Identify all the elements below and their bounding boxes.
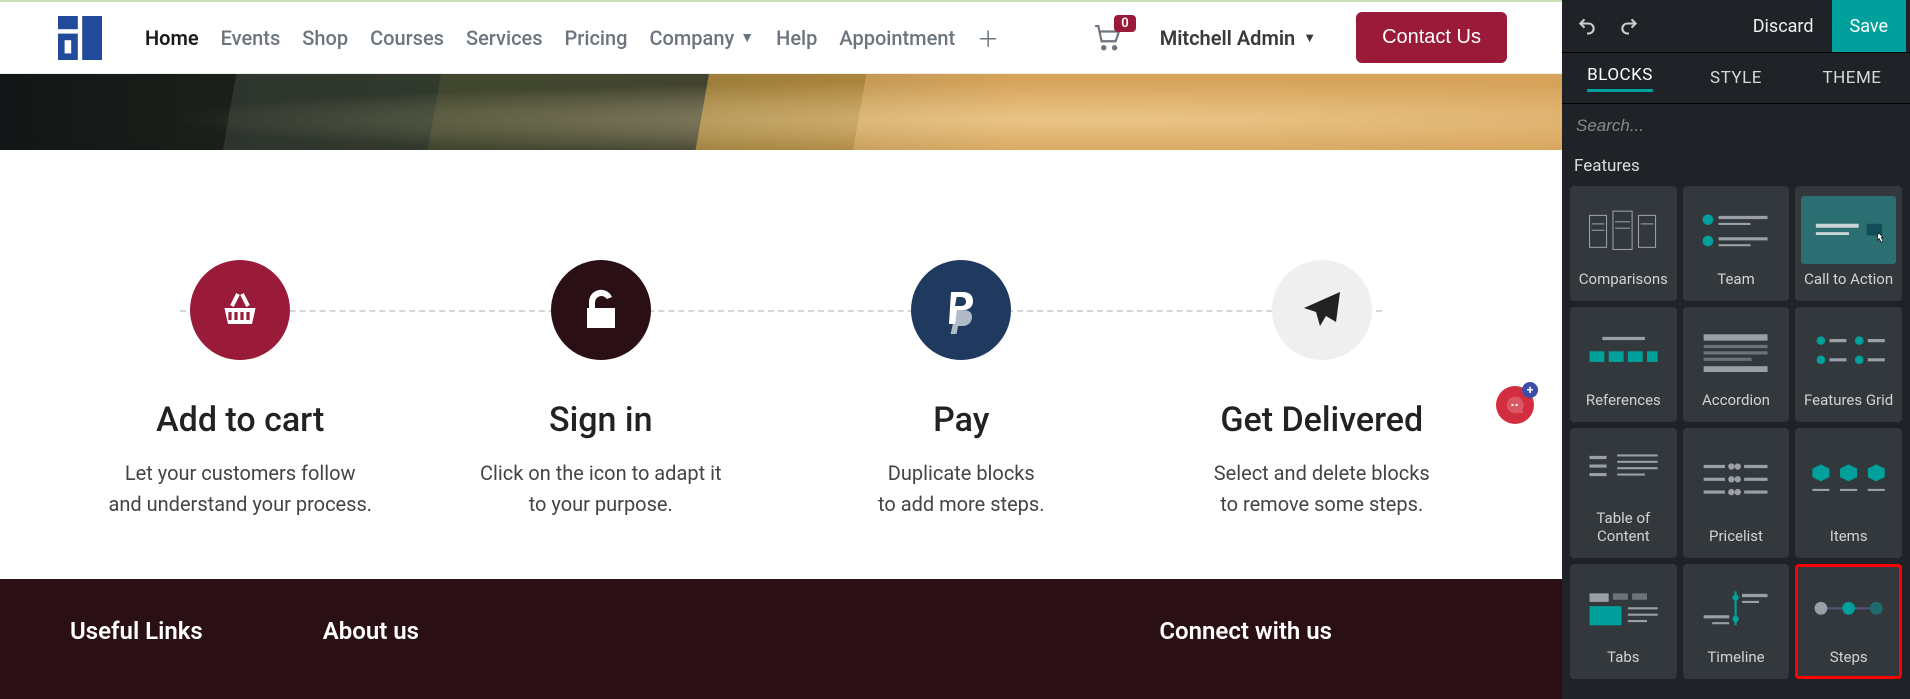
basket-icon[interactable] [190, 260, 290, 360]
add-page-icon[interactable]: ＋ [977, 22, 999, 54]
step-title: Sign in [421, 400, 782, 440]
paypal-icon[interactable] [911, 260, 1011, 360]
nav-events[interactable]: Events [221, 26, 281, 50]
block-label: Features Grid [1804, 391, 1893, 410]
chevron-down-icon: ▼ [740, 29, 754, 46]
nav-company-label: Company [649, 26, 734, 50]
block-features-grid[interactable]: Features Grid [1795, 307, 1902, 422]
block-label: Table of Content [1576, 509, 1671, 547]
block-label: Pricelist [1709, 527, 1763, 546]
block-call-to-action[interactable]: Call to Action [1795, 186, 1902, 301]
site-logo[interactable] [55, 13, 105, 63]
step-desc: Duplicate blocks to add more steps. [781, 458, 1142, 520]
tab-blocks[interactable]: BLOCKS [1562, 53, 1678, 103]
chevron-down-icon: ▼ [1303, 30, 1316, 46]
top-nav: Home Events Shop Courses Services Pricin… [0, 2, 1562, 74]
tab-theme[interactable]: THEME [1794, 53, 1910, 103]
footer[interactable]: Useful Links About us Connect with us [0, 579, 1562, 699]
step-title: Get Delivered [1142, 400, 1503, 440]
block-label: Call to Action [1804, 270, 1893, 289]
footer-col-1: Useful Links [70, 617, 203, 645]
block-references[interactable]: References [1570, 307, 1677, 422]
nav-home[interactable]: Home [145, 26, 199, 50]
block-table-of-content[interactable]: Table of Content [1570, 428, 1677, 558]
discard-button[interactable]: Discard [1735, 0, 1832, 52]
plane-icon[interactable] [1272, 260, 1372, 360]
step-2[interactable]: Sign in Click on the icon to adapt it to… [421, 260, 782, 520]
nav-appointment[interactable]: Appointment [839, 26, 955, 50]
block-label: Items [1830, 527, 1868, 546]
block-label: Accordion [1702, 391, 1770, 410]
step-3[interactable]: Pay Duplicate blocks to add more steps. [781, 260, 1142, 520]
block-label: Timeline [1707, 648, 1764, 667]
cart-badge: 0 [1114, 15, 1135, 32]
footer-col-2: About us [323, 617, 419, 645]
save-button[interactable]: Save [1832, 0, 1907, 52]
nav-services[interactable]: Services [466, 26, 543, 50]
block-team[interactable]: Team [1683, 186, 1790, 301]
block-accordion[interactable]: Accordion [1683, 307, 1790, 422]
block-tabs[interactable]: Tabs [1570, 564, 1677, 679]
block-label: References [1586, 391, 1661, 410]
undo-button[interactable] [1566, 0, 1608, 52]
tab-label: THEME [1823, 68, 1882, 88]
block-comparisons[interactable]: Comparisons [1570, 186, 1677, 301]
block-grid: Comparisons Team Call to Action Referenc… [1570, 186, 1902, 679]
block-pricelist[interactable]: Pricelist [1683, 428, 1790, 558]
block-timeline[interactable]: Timeline [1683, 564, 1790, 679]
contact-button[interactable]: Contact Us [1356, 12, 1507, 63]
nav-company[interactable]: Company ▼ [649, 26, 754, 50]
user-menu[interactable]: Mitchell Admin ▼ [1160, 26, 1316, 50]
tab-label: BLOCKS [1587, 65, 1653, 92]
block-label: Comparisons [1579, 270, 1668, 289]
step-1[interactable]: Add to cart Let your customers follow an… [60, 260, 421, 520]
step-desc: Select and delete blocks to remove some … [1142, 458, 1503, 520]
nav-courses[interactable]: Courses [370, 26, 444, 50]
block-label: Tabs [1607, 648, 1639, 667]
block-label: Steps [1830, 648, 1868, 667]
steps-block[interactable]: Add to cart Let your customers follow an… [0, 150, 1562, 579]
tab-label: STYLE [1710, 68, 1762, 88]
step-title: Pay [781, 400, 1142, 440]
group-features-title: Features [1570, 148, 1902, 186]
hero-image [0, 74, 1562, 150]
nav-help[interactable]: Help [776, 26, 817, 50]
footer-col-3: Connect with us [1159, 617, 1332, 645]
tab-style[interactable]: STYLE [1678, 53, 1794, 103]
block-search[interactable] [1562, 104, 1910, 148]
nav-pricing[interactable]: Pricing [565, 26, 628, 50]
redo-button[interactable] [1608, 0, 1650, 52]
unlock-icon[interactable] [551, 260, 651, 360]
block-label: Team [1717, 270, 1755, 289]
editor-sidebar: Discard Save BLOCKS STYLE THEME Features… [1562, 0, 1910, 699]
step-title: Add to cart [60, 400, 421, 440]
search-input[interactable] [1576, 116, 1896, 136]
step-desc: Click on the icon to adapt it to your pu… [421, 458, 782, 520]
step-4[interactable]: Get Delivered Select and delete blocks t… [1142, 260, 1503, 520]
cart-button[interactable]: 0 [1094, 25, 1120, 51]
block-items[interactable]: Items [1795, 428, 1902, 558]
user-name: Mitchell Admin [1160, 26, 1295, 50]
step-desc: Let your customers follow and understand… [60, 458, 421, 520]
nav-shop[interactable]: Shop [302, 26, 348, 50]
block-steps[interactable]: Steps [1795, 564, 1902, 679]
